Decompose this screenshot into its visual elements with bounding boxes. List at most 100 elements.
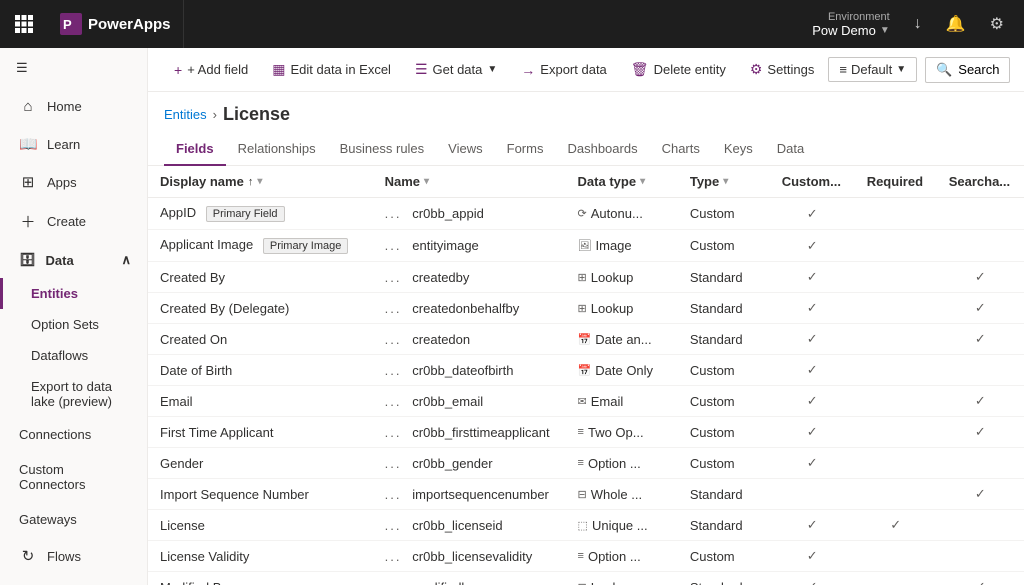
sidebar-item-connections[interactable]: Connections (0, 417, 147, 452)
edit-excel-label: Edit data in Excel (291, 62, 391, 77)
filter-lines-icon: ≡ (839, 62, 847, 77)
tab-fields[interactable]: Fields (164, 133, 226, 166)
tab-business-rules[interactable]: Business rules (328, 133, 437, 166)
tab-charts[interactable]: Charts (650, 133, 712, 166)
row-menu-dots[interactable]: ... (385, 518, 402, 533)
default-view-button[interactable]: ≡ Default ▼ (828, 57, 917, 82)
col-header-name[interactable]: Name ▾ (373, 166, 566, 198)
get-data-button[interactable]: ☰ Get data ▼ (405, 55, 507, 84)
search-label: Search (958, 62, 999, 77)
sidebar: ☰ ⌂ Home 📖 Learn ⊞ Apps ＋ Create 🗄 Data … (0, 48, 148, 585)
cell-searchable-5 (937, 355, 1024, 386)
sidebar-item-learn[interactable]: 📖 Learn (0, 125, 147, 163)
cell-data-type-8: ≡ Option ... (566, 448, 678, 479)
hamburger-menu[interactable]: ☰ (0, 48, 147, 88)
row-menu-dots[interactable]: ... (385, 238, 402, 253)
col-header-type[interactable]: Type ▾ (678, 166, 770, 198)
default-chevron-icon: ▼ (896, 64, 906, 75)
data-type-icon: ≡ (578, 457, 584, 469)
col-header-required[interactable]: Required (855, 166, 937, 198)
row-menu-dots[interactable]: ... (385, 487, 402, 502)
tab-data[interactable]: Data (765, 133, 816, 166)
cell-required-11 (855, 541, 937, 572)
row-menu-dots[interactable]: ... (385, 206, 402, 221)
settings-button[interactable]: ⚙ Settings (740, 55, 825, 84)
bell-icon[interactable]: 🔔 (938, 6, 974, 42)
tab-keys[interactable]: Keys (712, 133, 765, 166)
cell-searchable-2: ✓ (937, 262, 1024, 293)
sidebar-item-home[interactable]: ⌂ Home (0, 88, 147, 125)
col-header-custom[interactable]: Custom... (770, 166, 855, 198)
sidebar-item-create[interactable]: ＋ Create (0, 201, 147, 242)
display-name-text: Created By (Delegate) (160, 301, 289, 316)
row-menu-dots[interactable]: ... (385, 332, 402, 347)
get-data-icon: ☰ (415, 61, 428, 78)
cell-required-2 (855, 262, 937, 293)
sidebar-sub-entities[interactable]: Entities (0, 278, 147, 309)
row-menu-dots[interactable]: ... (385, 425, 402, 440)
cell-internal-name: cr0bb_firsttimeapplicant (412, 425, 549, 440)
cell-display-name-0: AppID Primary Field (148, 198, 373, 230)
col-header-searchable[interactable]: Searcha... (937, 166, 1024, 198)
sidebar-item-data[interactable]: 🗄 Data ∧ (0, 242, 147, 278)
row-menu-dots[interactable]: ... (385, 549, 402, 564)
custom-check: ✓ (807, 269, 818, 284)
table-body: AppID Primary Field ... cr0bb_appid ⟳ Au… (148, 198, 1024, 585)
breadcrumb-separator: › (213, 107, 217, 122)
col-header-display-name[interactable]: Display name ↑ ▾ (148, 166, 373, 198)
data-type-label: Image (596, 238, 632, 253)
row-menu-dots[interactable]: ... (385, 301, 402, 316)
cell-type-8: Custom (678, 448, 770, 479)
cell-dots-2: ... createdby (373, 262, 566, 293)
sidebar-item-flows[interactable]: ↻ Flows (0, 537, 147, 575)
cell-data-type-6: ✉ Email (566, 386, 678, 417)
download-icon[interactable]: ↓ (906, 7, 930, 41)
cell-dots-6: ... cr0bb_email (373, 386, 566, 417)
sidebar-label-dataflows: Dataflows (31, 348, 88, 363)
data-type-icon: 📅 (578, 333, 592, 346)
get-data-label: Get data (433, 62, 483, 77)
waffle-menu[interactable] (0, 0, 48, 48)
row-menu-dots[interactable]: ... (385, 270, 402, 285)
row-menu-dots[interactable]: ... (385, 456, 402, 471)
sidebar-item-gateways[interactable]: Gateways (0, 502, 147, 537)
cell-display-name-9: Import Sequence Number (148, 479, 373, 510)
sidebar-item-custom-connectors[interactable]: Custom Connectors (0, 452, 147, 502)
row-menu-dots[interactable]: ... (385, 363, 402, 378)
tab-relationships[interactable]: Relationships (226, 133, 328, 166)
sidebar-item-ai-builder[interactable]: AI Builder ∨ (0, 575, 147, 585)
data-type-icon: ⟳ (578, 207, 587, 220)
cell-type-6: Custom (678, 386, 770, 417)
edit-excel-button[interactable]: ▦ Edit data in Excel (262, 55, 401, 84)
sidebar-item-apps[interactable]: ⊞ Apps (0, 163, 147, 201)
display-name-text: Created By (160, 270, 225, 285)
cell-required-10: ✓ (855, 510, 937, 541)
environment-selector[interactable]: Environment Pow Demo ▼ (804, 7, 897, 42)
row-menu-dots[interactable]: ... (385, 394, 402, 409)
export-data-button[interactable]: → Export data (511, 56, 617, 84)
add-field-button[interactable]: + + Add field (164, 56, 258, 84)
custom-check: ✓ (807, 517, 818, 532)
sidebar-label-custom-connectors: Custom Connectors (19, 462, 131, 492)
tab-views[interactable]: Views (436, 133, 494, 166)
tab-dashboards[interactable]: Dashboards (555, 133, 649, 166)
cell-custom-6: ✓ (770, 386, 855, 417)
gear-icon[interactable]: ⚙ (982, 6, 1012, 42)
breadcrumb-parent[interactable]: Entities (164, 107, 207, 122)
cell-dots-8: ... cr0bb_gender (373, 448, 566, 479)
home-icon: ⌂ (19, 98, 37, 115)
delete-entity-label: Delete entity (654, 62, 726, 77)
cell-searchable-8 (937, 448, 1024, 479)
sidebar-sub-dataflows[interactable]: Dataflows (0, 340, 147, 371)
search-box[interactable]: 🔍 Search (925, 57, 1010, 83)
col-header-data-type[interactable]: Data type ▾ (566, 166, 678, 198)
delete-icon: 🗑 (631, 61, 649, 78)
sidebar-sub-export-data-lake[interactable]: Export to data lake (preview) (0, 371, 147, 417)
sidebar-sub-option-sets[interactable]: Option Sets (0, 309, 147, 340)
data-type-label: Email (591, 394, 624, 409)
row-menu-dots[interactable]: ... (385, 580, 402, 585)
tab-forms[interactable]: Forms (495, 133, 556, 166)
delete-entity-button[interactable]: 🗑 Delete entity (621, 55, 736, 84)
table-row: AppID Primary Field ... cr0bb_appid ⟳ Au… (148, 198, 1024, 230)
data-type-label: Whole ... (591, 487, 642, 502)
